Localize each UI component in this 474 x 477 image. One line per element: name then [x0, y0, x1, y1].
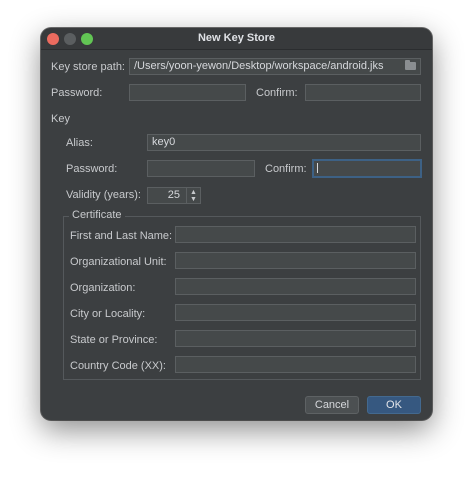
city-locality-label: City or Locality: — [70, 308, 146, 320]
state-province-label: State or Province: — [70, 334, 158, 346]
certificate-legend: Certificate — [69, 209, 125, 221]
organization-field[interactable] — [175, 278, 416, 295]
alias-label: Alias: — [66, 137, 93, 149]
key-confirm-field[interactable] — [312, 159, 422, 178]
country-code-label: Country Code (XX): — [70, 360, 166, 372]
first-last-name-label: First and Last Name: — [70, 230, 173, 242]
organization-label: Organization: — [70, 282, 136, 294]
ok-button[interactable]: OK — [367, 396, 421, 414]
keystore-password-label: Password: — [51, 87, 103, 99]
key-section-label: Key — [51, 113, 70, 125]
text-caret — [317, 163, 318, 173]
key-store-path-field[interactable]: /Users/yoon-yewon/Desktop/workspace/andr… — [129, 58, 421, 75]
dialog-title: New Key Store — [197, 32, 276, 44]
state-province-field[interactable] — [175, 330, 416, 347]
key-confirm-label: Confirm: — [265, 163, 307, 175]
key-store-path-value: /Users/yoon-yewon/Desktop/workspace/andr… — [134, 60, 384, 72]
keystore-confirm-label: Confirm: — [256, 87, 298, 99]
chevron-down-icon[interactable]: ▼ — [187, 196, 200, 203]
city-locality-field[interactable] — [175, 304, 416, 321]
key-password-label: Password: — [66, 163, 118, 175]
cancel-button[interactable]: Cancel — [305, 396, 359, 414]
keystore-password-field[interactable] — [129, 84, 246, 101]
folder-icon[interactable] — [405, 60, 416, 70]
country-code-field[interactable] — [175, 356, 416, 373]
chevron-up-icon[interactable]: ▲ — [187, 189, 200, 196]
key-store-path-label: Key store path: — [51, 61, 125, 73]
validity-field[interactable]: 25 — [147, 187, 187, 204]
validity-stepper[interactable]: ▲ ▼ — [186, 187, 201, 204]
keystore-confirm-field[interactable] — [305, 84, 421, 101]
key-password-field[interactable] — [147, 160, 255, 177]
title-bar: New Key Store — [41, 28, 432, 50]
organizational-unit-field[interactable] — [175, 252, 416, 269]
alias-field[interactable]: key0 — [147, 134, 421, 151]
first-last-name-field[interactable] — [175, 226, 416, 243]
validity-label: Validity (years): — [66, 189, 141, 201]
organizational-unit-label: Organizational Unit: — [70, 256, 167, 268]
